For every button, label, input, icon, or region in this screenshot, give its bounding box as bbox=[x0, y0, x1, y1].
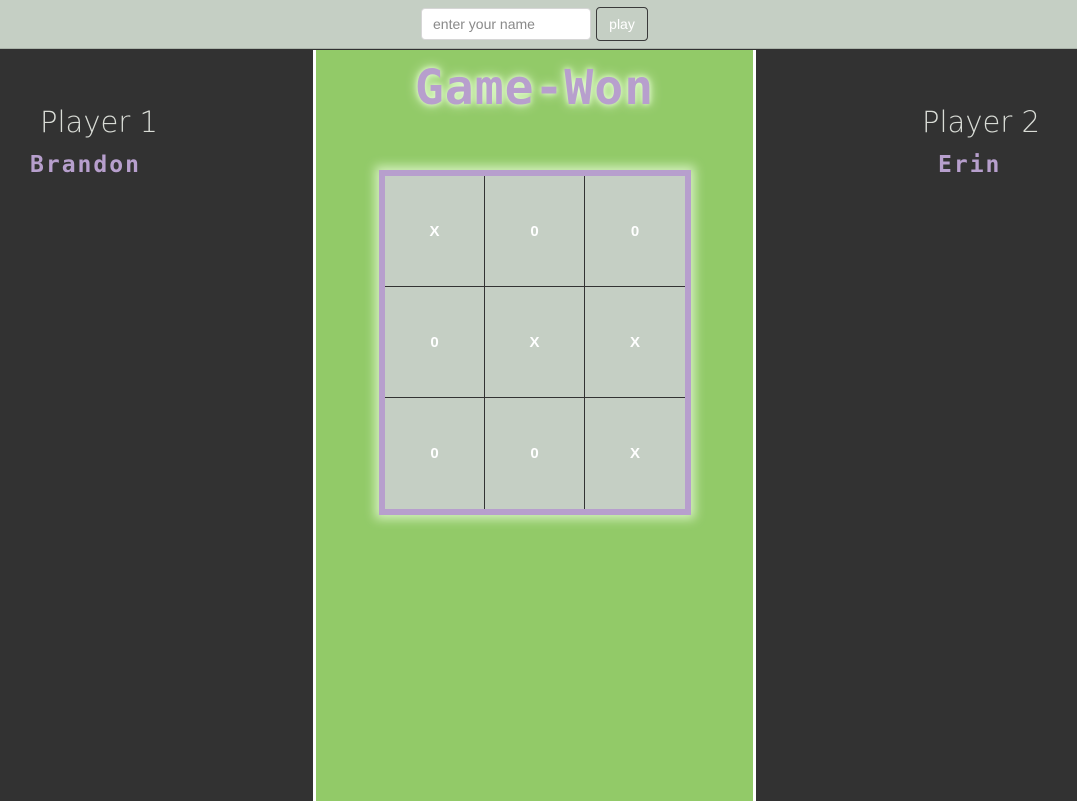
board-cell-1[interactable]: X bbox=[385, 176, 485, 287]
game-status-title: Game-Won bbox=[414, 60, 655, 116]
player-1-panel: Player 1 Brandon bbox=[0, 50, 313, 801]
board-cell-3[interactable]: 0 bbox=[585, 176, 685, 287]
player-1-name: Brandon bbox=[30, 152, 141, 178]
player-2-label: Player 2 bbox=[922, 105, 1040, 139]
board-cell-8[interactable]: 0 bbox=[485, 398, 585, 509]
top-bar: play bbox=[0, 0, 1077, 49]
board-cell-4[interactable]: 0 bbox=[385, 287, 485, 398]
play-button[interactable]: play bbox=[596, 7, 648, 41]
game-area: Game-Won X 0 0 0 X X 0 0 X bbox=[316, 50, 753, 801]
board-cell-5[interactable]: X bbox=[485, 287, 585, 398]
game-board: X 0 0 0 X X 0 0 X bbox=[379, 170, 691, 515]
name-input[interactable] bbox=[421, 8, 591, 40]
board-cell-7[interactable]: 0 bbox=[385, 398, 485, 509]
board-cell-6[interactable]: X bbox=[585, 287, 685, 398]
board-cell-9[interactable]: X bbox=[585, 398, 685, 509]
board-cell-2[interactable]: 0 bbox=[485, 176, 585, 287]
player-2-panel: Player 2 Erin bbox=[756, 50, 1077, 801]
player-2-name: Erin bbox=[938, 152, 1002, 178]
player-1-label: Player 1 bbox=[40, 105, 158, 139]
